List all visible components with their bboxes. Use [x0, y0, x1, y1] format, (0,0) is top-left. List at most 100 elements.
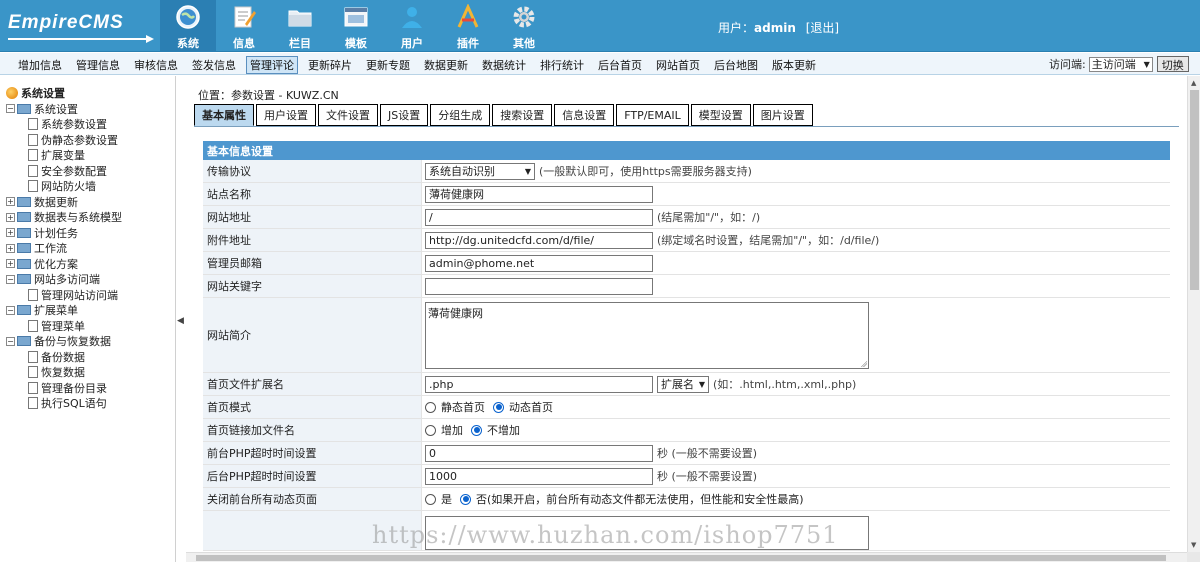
tab-basic[interactable]: 基本属性 — [194, 104, 254, 126]
menu-site-home[interactable]: 网站首页 — [652, 56, 704, 74]
tree-node-scheduled-tasks[interactable]: + 计划任务 — [6, 225, 122, 241]
user-prefix: 用户： — [718, 21, 755, 35]
username: admin — [754, 21, 796, 35]
tree-item-security[interactable]: 安全参数配置 — [6, 163, 122, 179]
settings-tabs: 基本属性 用户设置 文件设置 JS设置 分组生成 搜索设置 信息设置 FTP/E… — [194, 104, 815, 126]
ext-select[interactable]: 扩展名 ▼ — [657, 375, 709, 393]
vertical-scrollbar[interactable]: ▲ ▼ — [1187, 76, 1200, 552]
tree-item-rewrite-params[interactable]: 伪静态参数设置 — [6, 132, 122, 148]
tree-item-exec-sql[interactable]: 执行SQL语句 — [6, 396, 122, 412]
nav-column[interactable]: 栏目 — [272, 0, 328, 52]
tab-js[interactable]: JS设置 — [380, 104, 429, 126]
sidebar-title: 系统设置 — [6, 85, 65, 101]
radio-static-home[interactable] — [425, 401, 436, 413]
menu-update-fragments[interactable]: 更新碎片 — [304, 56, 356, 74]
tree-node-backup[interactable]: − 备份与恢复数据 — [6, 334, 122, 350]
menu-version-update[interactable]: 版本更新 — [768, 56, 820, 74]
menu-data-stats[interactable]: 数据统计 — [478, 56, 530, 74]
tab-search[interactable]: 搜索设置 — [492, 104, 553, 126]
tree-node-ext-menu[interactable]: − 扩展菜单 — [6, 303, 122, 319]
field-label: 站点名称 — [203, 183, 422, 205]
tree-node-multi-access[interactable]: − 网站多访问端 — [6, 272, 122, 288]
plus-icon[interactable]: + — [6, 197, 15, 207]
tab-group[interactable]: 分组生成 — [430, 104, 491, 126]
logout-link[interactable]: [退出] — [806, 21, 839, 35]
document-icon — [28, 319, 38, 332]
tree-node-optimization[interactable]: + 优化方案 — [6, 256, 122, 272]
tree-node-workflow[interactable]: + 工作流 — [6, 241, 122, 257]
tree-item-backup-dirs[interactable]: 管理备份目录 — [6, 380, 122, 396]
tree-label: 管理菜单 — [41, 319, 85, 333]
menu-sign-info[interactable]: 签发信息 — [188, 56, 240, 74]
minus-icon[interactable]: − — [6, 104, 15, 114]
tab-image[interactable]: 图片设置 — [752, 104, 813, 126]
radio-link-add[interactable] — [425, 424, 436, 436]
tree-item-ext-vars[interactable]: 扩展变量 — [6, 148, 122, 164]
plus-icon[interactable]: + — [6, 228, 15, 238]
email-input[interactable]: admin@phome.net — [425, 254, 653, 272]
visit-select[interactable]: 主访问端 ▼ — [1088, 56, 1153, 72]
fileurl-input[interactable]: http://dg.unitedcfd.com/d/file/ — [425, 231, 653, 249]
menu-update-topics[interactable]: 更新专题 — [362, 56, 414, 74]
menu-rank-stats[interactable]: 排行统计 — [536, 56, 588, 74]
scroll-thumb[interactable] — [196, 555, 1166, 561]
back-timeout-input[interactable]: 1000 — [425, 467, 653, 485]
tree-node-system[interactable]: − 系统设置 — [6, 101, 122, 117]
tab-info[interactable]: 信息设置 — [554, 104, 615, 126]
tree-item-manage-access[interactable]: 管理网站访问端 — [6, 287, 122, 303]
plus-icon[interactable]: + — [6, 259, 15, 269]
tab-file[interactable]: 文件设置 — [318, 104, 378, 126]
menu-data-update[interactable]: 数据更新 — [420, 56, 472, 74]
scroll-up-icon[interactable]: ▲ — [1191, 79, 1196, 87]
tree-item-system-params[interactable]: 系统参数设置 — [6, 117, 122, 133]
menu-admin-map[interactable]: 后台地图 — [710, 56, 762, 74]
nav-info[interactable]: 信息 — [216, 0, 272, 52]
horizontal-scrollbar[interactable] — [186, 552, 1187, 562]
protocol-select[interactable]: 系统自动识别 ▼ — [425, 162, 535, 180]
scroll-thumb[interactable] — [1190, 90, 1199, 290]
scroll-down-icon[interactable]: ▼ — [1191, 541, 1196, 549]
collapse-left-icon[interactable]: ◀ — [177, 316, 184, 326]
protocol-select-value: 系统自动识别 — [429, 165, 495, 178]
nav-plugin[interactable]: 插件 — [440, 0, 496, 52]
nav-other[interactable]: 其他 — [496, 0, 552, 52]
menu-admin-home[interactable]: 后台首页 — [594, 56, 646, 74]
intro-textarea[interactable]: 薄荷健康网 — [425, 301, 869, 369]
menu-manage-comments[interactable]: 管理评论 — [246, 56, 298, 74]
plus-icon[interactable]: + — [6, 212, 15, 222]
front-timeout-input[interactable]: 0 — [425, 444, 653, 462]
radio-dynamic-home[interactable] — [493, 401, 504, 413]
sitename-input[interactable]: 薄荷健康网 — [425, 185, 653, 203]
tree-item-backup-data[interactable]: 备份数据 — [6, 349, 122, 365]
radio-close-yes[interactable] — [425, 493, 436, 505]
radio-close-no[interactable] — [460, 493, 471, 505]
tree-item-restore-data[interactable]: 恢复数据 — [6, 365, 122, 381]
plus-icon[interactable]: + — [6, 243, 15, 253]
nav-template[interactable]: 模板 — [328, 0, 384, 52]
siteurl-input[interactable]: / — [425, 208, 653, 226]
minus-icon[interactable]: − — [6, 274, 15, 284]
globe-icon — [174, 3, 202, 31]
switch-button[interactable]: 切换 — [1156, 56, 1189, 72]
ext-input[interactable]: .php — [425, 375, 653, 393]
tree-item-firewall[interactable]: 网站防火墙 — [6, 179, 122, 195]
nav-system[interactable]: 系统 — [160, 0, 216, 52]
tree-node-tables-models[interactable]: + 数据表与系统模型 — [6, 210, 122, 226]
tab-ftp-email[interactable]: FTP/EMAIL — [616, 104, 689, 126]
menu-review-info[interactable]: 审核信息 — [130, 56, 182, 74]
field-label: 首页文件扩展名 — [203, 373, 422, 395]
main-nav: 系统 信息 栏目 模板 用户 插件 其他 — [160, 0, 552, 52]
tab-model[interactable]: 模型设置 — [690, 104, 751, 126]
minus-icon[interactable]: − — [6, 336, 15, 346]
tab-user[interactable]: 用户设置 — [256, 104, 316, 126]
tree-item-manage-menu[interactable]: 管理菜单 — [6, 318, 122, 334]
folder-icon — [17, 274, 31, 285]
tree-node-data-update[interactable]: + 数据更新 — [6, 194, 122, 210]
menu-manage-info[interactable]: 管理信息 — [72, 56, 124, 74]
radio-link-noadd[interactable] — [471, 424, 482, 436]
nav-user[interactable]: 用户 — [384, 0, 440, 52]
menu-add-info[interactable]: 增加信息 — [14, 56, 66, 74]
keywords-input[interactable] — [425, 277, 653, 295]
minus-icon[interactable]: − — [6, 305, 15, 315]
resize-grip-icon[interactable] — [861, 360, 867, 367]
